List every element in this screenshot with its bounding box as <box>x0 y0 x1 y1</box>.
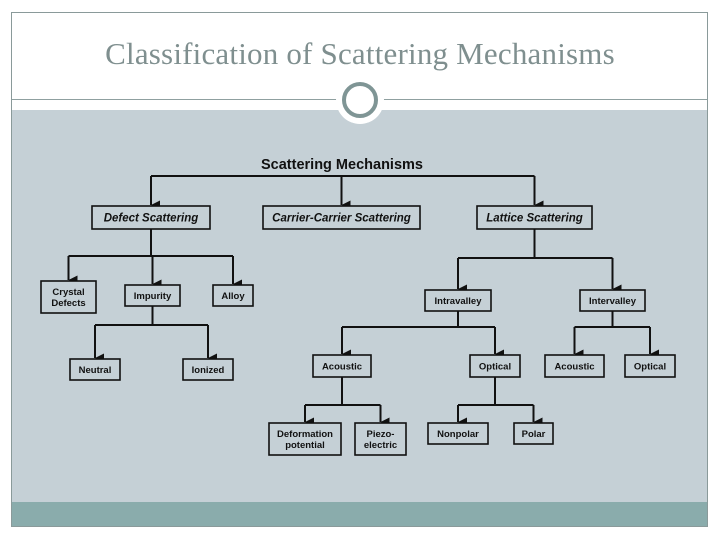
node-label: Defects <box>51 298 85 309</box>
node-label: Lattice Scattering <box>486 213 583 225</box>
node-label: Intervalley <box>589 296 637 307</box>
node-label: Neutral <box>79 365 112 376</box>
node-inter-acoustic: Acoustic <box>544 354 605 378</box>
node-label: Carrier-Carrier Scattering <box>272 213 411 225</box>
scattering-tree-diagram: Scattering Mechanisms Defect Scattering C… <box>40 157 676 456</box>
node-deformation: Deformationpotential <box>268 422 342 456</box>
node-intra-optical: Optical <box>469 354 521 378</box>
node-inter-optical: Optical <box>624 354 676 378</box>
node-label: Alloy <box>221 291 245 302</box>
node-lattice: Lattice Scattering <box>476 205 593 230</box>
node-label: Optical <box>479 361 511 372</box>
node-neutral: Neutral <box>69 358 121 381</box>
node-label: Acoustic <box>322 361 362 372</box>
node-label: electric <box>364 440 397 451</box>
node-piezo: Piezo-electric <box>354 422 407 456</box>
node-intravalley: Intravalley <box>424 289 492 312</box>
node-intra-acoustic: Acoustic <box>312 354 372 378</box>
node-nonpolar: Nonpolar <box>427 422 489 445</box>
node-label: Defect Scattering <box>104 213 199 225</box>
node-label: Optical <box>634 361 666 372</box>
node-impurity: Impurity <box>124 284 181 307</box>
diagram-root-title: Scattering Mechanisms <box>261 157 423 173</box>
node-label: Intravalley <box>435 296 483 307</box>
node-crystal: CrystalDefects <box>40 280 97 314</box>
node-carrier: Carrier-Carrier Scattering <box>262 205 421 230</box>
node-label: potential <box>285 440 325 451</box>
node-label: Impurity <box>134 291 172 302</box>
node-label: Crystal <box>52 287 84 298</box>
node-label: Piezo- <box>367 429 395 440</box>
node-defect: Defect Scattering <box>91 205 211 230</box>
node-label: Deformation <box>277 429 333 440</box>
node-ionized: Ionized <box>182 358 234 381</box>
node-label: Nonpolar <box>437 429 479 440</box>
node-label: Acoustic <box>554 361 594 372</box>
node-label: Ionized <box>192 365 225 376</box>
diagram-nodes: Defect Scattering Carrier-Carrier Scatter… <box>40 205 676 456</box>
node-intervalley: Intervalley <box>579 289 646 312</box>
node-label: Polar <box>522 429 546 440</box>
node-alloy: Alloy <box>212 284 254 307</box>
node-polar: Polar <box>513 422 554 445</box>
